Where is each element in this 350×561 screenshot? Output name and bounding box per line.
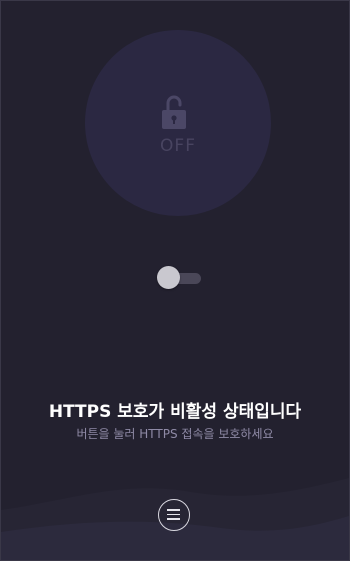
lock-icon [162,95,186,129]
toggle-knob [157,266,180,289]
https-protection-toggle[interactable] [157,266,201,290]
protection-status-circle: OFF [85,30,271,216]
menu-icon [167,509,180,520]
protection-status-label: OFF [160,136,196,156]
status-instruction: 버튼을 눌러 HTTPS 접속을 보호하세요 [76,427,274,441]
status-headline: HTTPS 보호가 비활성 상태입니다 [48,402,302,422]
https-protection-screen: OFF HTTPS 보호가 비활성 상태입니다 버튼을 눌러 HTTPS 접속을… [0,0,350,561]
menu-button[interactable] [158,499,190,531]
